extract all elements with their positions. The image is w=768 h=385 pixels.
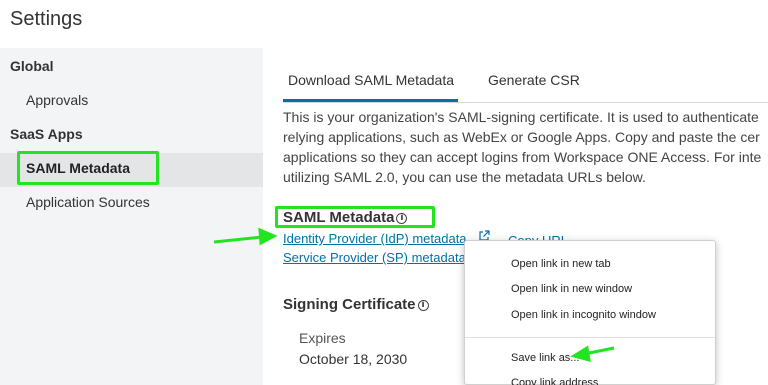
page-title: Settings (10, 8, 83, 30)
menu-separator (465, 337, 715, 338)
tab-download-saml-metadata[interactable]: Download SAML Metadata (288, 72, 454, 88)
sidebar-group-saas-apps: SaaS Apps (10, 126, 83, 142)
menu-item-open-new-window[interactable]: Open link in new window (511, 283, 632, 295)
menu-item-save-link-as[interactable]: Save link as... (511, 352, 579, 364)
highlight-box-saml-heading (275, 206, 435, 228)
sidebar: Global Approvals SaaS Apps SAML Metadata… (0, 48, 263, 385)
description-line: utilizing SAML 2.0, you can use the meta… (283, 169, 646, 185)
description-line: relying applications, such as WebEx or G… (283, 129, 760, 145)
sidebar-item-application-sources[interactable]: Application Sources (26, 194, 150, 210)
sidebar-item-approvals[interactable]: Approvals (26, 92, 88, 108)
context-menu: Open link in new tab Open link in new wi… (464, 240, 716, 385)
description-line: This is your organization's SAML-signing… (283, 109, 759, 125)
menu-item-copy-link-address[interactable]: Copy link address (511, 377, 598, 385)
sp-metadata-link[interactable]: Service Provider (SP) metadata (283, 250, 466, 265)
tab-generate-csr[interactable]: Generate CSR (488, 72, 580, 88)
menu-item-open-incognito[interactable]: Open link in incognito window (511, 309, 656, 321)
info-icon[interactable]: i (417, 299, 429, 311)
signing-certificate-heading: Signing Certificate i (283, 296, 429, 313)
tabs-divider (283, 102, 768, 103)
signing-certificate-title: Signing Certificate (283, 296, 416, 313)
description-text: This is your organization's SAML-signing… (283, 107, 768, 187)
menu-item-open-new-tab[interactable]: Open link in new tab (511, 258, 611, 270)
sidebar-group-global: Global (10, 58, 54, 74)
highlight-box-sidebar (17, 151, 159, 185)
expires-value: October 18, 2030 (299, 351, 408, 367)
expires-label: Expires (299, 330, 346, 346)
description-line: applications so they can accept logins f… (283, 149, 762, 165)
idp-metadata-link[interactable]: Identity Provider (IdP) metadata (283, 231, 467, 246)
